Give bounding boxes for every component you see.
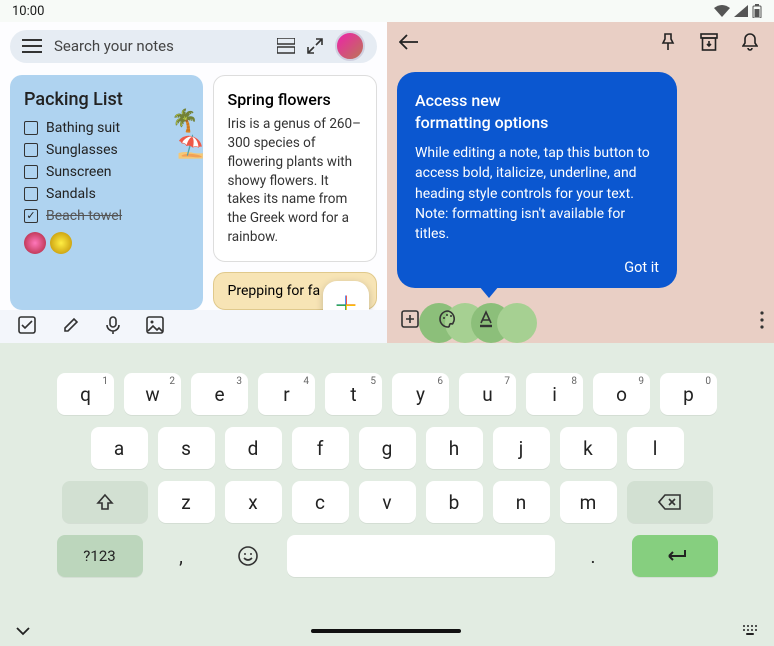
- avatar-2: [50, 232, 72, 254]
- brush-icon[interactable]: [62, 316, 80, 338]
- key-l[interactable]: l: [627, 427, 684, 469]
- key-k[interactable]: k: [560, 427, 617, 469]
- archive-icon[interactable]: [700, 33, 718, 55]
- format-icon[interactable]: [477, 310, 495, 332]
- system-navbar: [0, 621, 774, 640]
- key-r[interactable]: r4: [258, 373, 315, 415]
- checklist-item[interactable]: Sunscreen: [24, 164, 189, 180]
- checkbox-icon[interactable]: [24, 209, 38, 223]
- key-t[interactable]: t5: [325, 373, 382, 415]
- checklist-label: Sunglasses: [46, 142, 118, 158]
- search-placeholder: Search your notes: [54, 37, 265, 55]
- checkbox-icon[interactable]: [24, 187, 38, 201]
- more-icon[interactable]: [760, 311, 764, 333]
- soft-keyboard: q1w2e3r4t5y6u7i8o9p0 asdfghjkl zxcvbnm ?…: [0, 343, 774, 646]
- key-backspace[interactable]: [627, 481, 713, 523]
- signal-icon: [734, 5, 748, 17]
- key-p[interactable]: p0: [660, 373, 717, 415]
- checkbox-icon[interactable]: [24, 143, 38, 157]
- reminder-icon[interactable]: [742, 33, 758, 55]
- key-enter[interactable]: [632, 535, 718, 577]
- notes-list-pane: Search your notes 🌴 ⛱️ Packing List Bath…: [0, 22, 387, 343]
- account-avatar[interactable]: [335, 31, 365, 61]
- key-period[interactable]: .: [565, 535, 622, 577]
- key-emoji[interactable]: [220, 535, 277, 577]
- checklist-label: Sunscreen: [46, 164, 112, 180]
- checklist-item[interactable]: Sandals: [24, 186, 189, 202]
- status-icons: [714, 4, 762, 18]
- key-z[interactable]: z: [158, 481, 215, 523]
- key-b[interactable]: b: [426, 481, 483, 523]
- tooltip-title: Access new formatting options: [415, 90, 659, 133]
- key-n[interactable]: n: [493, 481, 550, 523]
- key-u[interactable]: u7: [459, 373, 516, 415]
- status-time: 10:00: [12, 4, 44, 19]
- key-h[interactable]: h: [426, 427, 483, 469]
- note-body: Iris is a genus of 260–300 species of fl…: [228, 115, 363, 247]
- key-i[interactable]: i8: [526, 373, 583, 415]
- keyboard-settings-icon[interactable]: [742, 621, 758, 640]
- key-space[interactable]: [287, 535, 555, 577]
- checklist-item[interactable]: Sunglasses: [24, 142, 189, 158]
- hamburger-icon[interactable]: [22, 39, 42, 53]
- pin-icon[interactable]: [660, 33, 676, 55]
- key-d[interactable]: d: [225, 427, 282, 469]
- key-w[interactable]: w2: [124, 373, 181, 415]
- back-icon[interactable]: [399, 34, 419, 54]
- key-x[interactable]: x: [225, 481, 282, 523]
- checkbox-icon[interactable]: [18, 316, 36, 338]
- note-title: Packing List: [24, 89, 189, 110]
- editor-bottom-toolbar: [387, 299, 774, 343]
- formatting-tooltip: Access new formatting options While edit…: [397, 72, 677, 288]
- expand-icon[interactable]: [307, 38, 323, 54]
- checklist-label: Beach towel: [46, 208, 122, 224]
- checkbox-icon[interactable]: [24, 121, 38, 135]
- checklist-item[interactable]: Beach towel: [24, 208, 189, 224]
- palm-illustration: 🌴: [171, 109, 198, 134]
- avatar-1: [24, 232, 46, 254]
- collaborator-avatars: [24, 232, 189, 254]
- key-shift[interactable]: [62, 481, 148, 523]
- tooltip-body: While editing a note, tap this button to…: [415, 143, 659, 244]
- note-card-packing-list[interactable]: 🌴 ⛱️ Packing List Bathing suit Sunglasses…: [10, 75, 203, 310]
- collapse-keyboard-icon[interactable]: [16, 621, 30, 640]
- checklist-label: Sandals: [46, 186, 96, 202]
- key-s[interactable]: s: [158, 427, 215, 469]
- checkbox-icon[interactable]: [24, 165, 38, 179]
- key-o[interactable]: o9: [593, 373, 650, 415]
- search-bar[interactable]: Search your notes: [10, 30, 377, 63]
- tooltip-dismiss-button[interactable]: Got it: [415, 259, 659, 276]
- view-toggle-icon[interactable]: [277, 38, 295, 54]
- status-bar: 10:00: [0, 0, 774, 22]
- note-title: Prepping for fa: [228, 283, 321, 299]
- key-e[interactable]: e3: [191, 373, 248, 415]
- umbrella-illustration: ⛱️: [177, 135, 202, 160]
- key-q[interactable]: q1: [57, 373, 114, 415]
- key-a[interactable]: a: [91, 427, 148, 469]
- key-c[interactable]: c: [292, 481, 349, 523]
- palette-icon[interactable]: [439, 310, 457, 332]
- key-j[interactable]: j: [493, 427, 550, 469]
- key-m[interactable]: m: [560, 481, 617, 523]
- battery-icon: [752, 4, 762, 18]
- checklist-label: Bathing suit: [46, 120, 120, 136]
- nav-pill[interactable]: [311, 629, 461, 633]
- key-g[interactable]: g: [359, 427, 416, 469]
- key-symbols[interactable]: ?123: [57, 535, 143, 577]
- key-y[interactable]: y6: [392, 373, 449, 415]
- image-icon[interactable]: [146, 316, 164, 338]
- key-f[interactable]: f: [292, 427, 349, 469]
- note-card-spring-flowers[interactable]: Spring flowers Iris is a genus of 260–30…: [213, 75, 378, 262]
- key-comma[interactable]: ,: [153, 535, 210, 577]
- mic-icon[interactable]: [106, 316, 120, 338]
- wifi-icon: [714, 5, 730, 17]
- note-editor-pane: s spp.) nium x oxonianum): [387, 22, 774, 343]
- key-v[interactable]: v: [359, 481, 416, 523]
- add-box-icon[interactable]: [401, 310, 419, 332]
- checklist-item[interactable]: Bathing suit: [24, 120, 189, 136]
- note-actions-toolbar: [0, 310, 387, 343]
- note-title: Spring flowers: [228, 90, 363, 109]
